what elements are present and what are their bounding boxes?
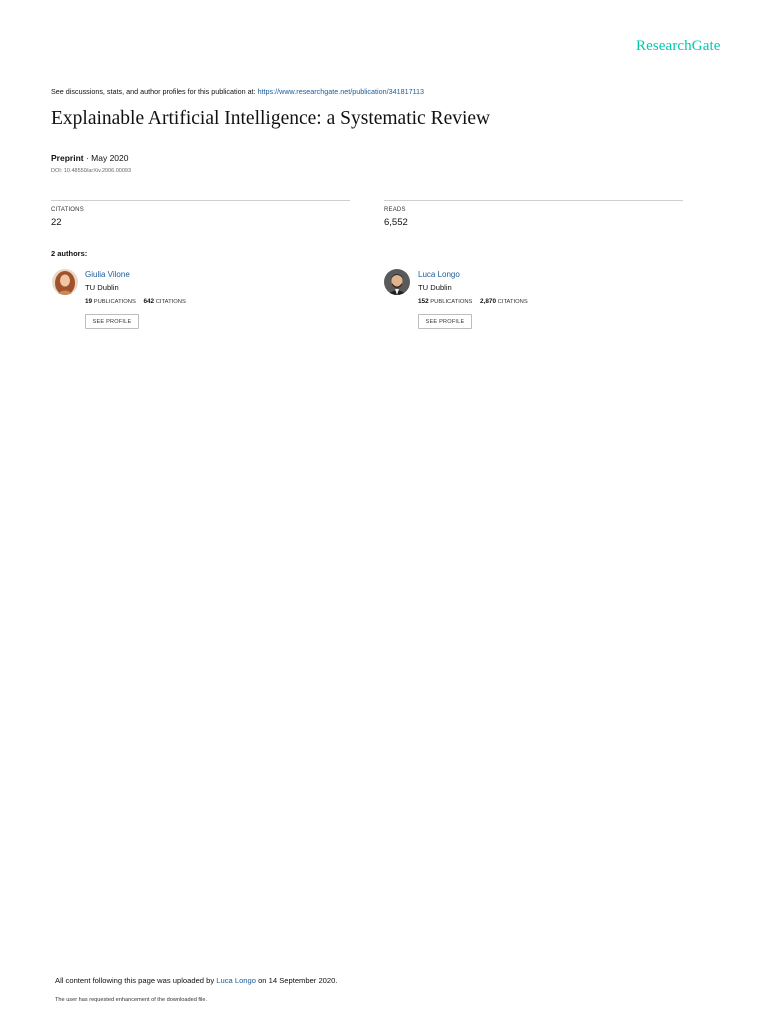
publications-count: 152: [418, 298, 429, 305]
author-stats: 19 PUBLICATIONS 642 CITATIONS: [85, 298, 186, 305]
author-name-link[interactable]: Luca Longo: [418, 270, 460, 279]
enhancement-note: The user has requested enhancement of th…: [55, 997, 208, 1003]
uploader-link[interactable]: Luca Longo: [216, 976, 256, 985]
author-photo-icon: [52, 269, 78, 295]
avatar[interactable]: [52, 269, 78, 295]
publication-type-line: Preprint · May 2020: [51, 153, 129, 163]
author-institution: TU Dublin: [85, 283, 119, 292]
citations-count: 642: [143, 298, 155, 305]
publication-date: May 2020: [91, 153, 129, 163]
upload-prefix: All content following this page was uplo…: [55, 976, 217, 985]
doi: DOI: 10.48550/arXiv.2006.00093: [51, 168, 132, 174]
see-profile-button[interactable]: SEE PROFILE: [85, 314, 139, 329]
publication-url-link[interactable]: https://www.researchgate.net/publication…: [258, 87, 425, 96]
page-title: Explainable Artificial Intelligence: a S…: [51, 108, 491, 129]
intro-line: See discussions, stats, and author profi…: [51, 87, 424, 96]
researchgate-logo[interactable]: ResearchGate: [636, 38, 720, 55]
author-photo-icon: [384, 269, 410, 295]
author-institution: TU Dublin: [418, 283, 452, 292]
publications-label: PUBLICATIONS: [93, 299, 136, 305]
author-stats: 152 PUBLICATIONS 2,870 CITATIONS: [418, 298, 528, 305]
citations-label: CITATIONS: [155, 299, 186, 305]
publications-label: PUBLICATIONS: [430, 299, 473, 305]
citations-divider: [51, 200, 350, 201]
reads-divider: [384, 200, 683, 201]
citations-count: 2,870: [480, 298, 497, 305]
avatar[interactable]: [384, 269, 410, 295]
reads-value: 6,552: [384, 217, 408, 228]
citations-label: CITATIONS: [51, 207, 84, 213]
intro-prefix: See discussions, stats, and author profi…: [51, 87, 258, 96]
upload-notice: All content following this page was uplo…: [55, 976, 337, 985]
upload-suffix: on 14 September 2020.: [255, 976, 338, 985]
authors-heading: 2 authors:: [51, 249, 88, 258]
publications-count: 19: [85, 298, 93, 305]
reads-label: READS: [384, 207, 406, 213]
citations-value: 22: [51, 217, 62, 228]
publication-type: Preprint: [51, 153, 84, 163]
citations-label: CITATIONS: [497, 299, 528, 305]
see-profile-button[interactable]: SEE PROFILE: [418, 314, 472, 329]
author-name-link[interactable]: Giulia Vilone: [85, 270, 130, 279]
